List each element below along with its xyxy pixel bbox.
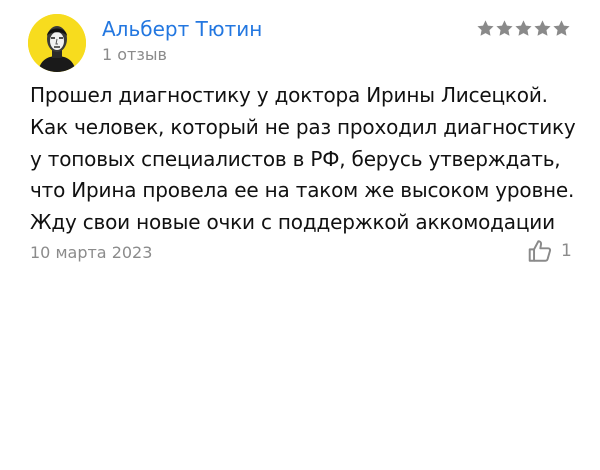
avatar-portrait-icon	[28, 14, 86, 72]
star-icon	[477, 20, 494, 36]
review-text: Прошел диагностику у доктора Ирины Лисец…	[30, 83, 576, 235]
rating-stars	[476, 19, 571, 41]
author-name-link[interactable]: Альберт Тютин	[102, 17, 262, 41]
like-count: 1	[561, 241, 572, 261]
review-date: 10 марта 2023	[30, 243, 153, 262]
review-card: Альберт Тютин 1 отзыв Прошел диагностику…	[0, 0, 600, 470]
author-review-count: 1 отзыв	[102, 45, 167, 64]
star-icon	[496, 20, 513, 36]
star-icon	[534, 20, 551, 36]
like-button[interactable]: 1	[527, 237, 572, 265]
thumbs-up-icon	[528, 240, 552, 262]
star-icon	[515, 20, 532, 36]
star-icon	[553, 20, 570, 36]
avatar[interactable]	[28, 14, 86, 72]
